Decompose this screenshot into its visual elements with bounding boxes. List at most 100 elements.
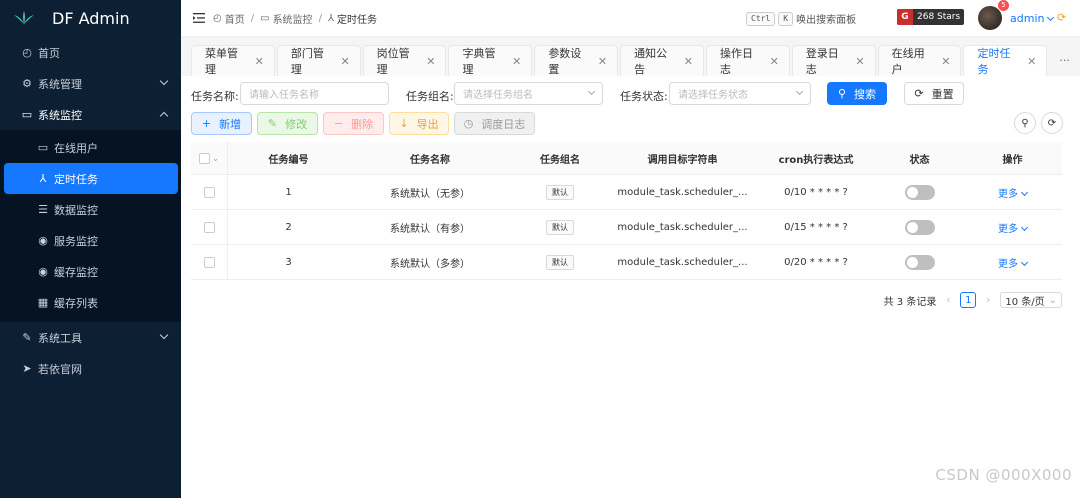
tab-menu-management[interactable]: 菜单管理 ✕: [191, 45, 275, 76]
page-size-select[interactable]: 10 条/页 ⌄: [1000, 292, 1062, 308]
select-all-checkbox[interactable]: ⌄: [191, 142, 228, 174]
task-group-label: 任务组名:: [406, 90, 454, 103]
row-checkbox[interactable]: [191, 245, 228, 279]
sync-icon[interactable]: ⟳: [1057, 11, 1066, 24]
edit-button[interactable]: ✎ 修改: [257, 112, 318, 135]
search-button[interactable]: ⚲ 搜索: [827, 82, 887, 105]
close-icon[interactable]: ✕: [770, 55, 779, 68]
monitor-icon: ▭: [260, 12, 270, 24]
close-icon[interactable]: ✕: [255, 55, 264, 68]
github-stars-badge[interactable]: G 268 Stars: [897, 9, 965, 25]
sidebar-item-system-admin[interactable]: ⚙ 系统管理: [0, 68, 181, 99]
tab-params[interactable]: 参数设置 ✕: [534, 45, 619, 76]
brand[interactable]: DF Admin: [0, 0, 181, 36]
list-icon: ☰: [38, 203, 48, 216]
sidebar-item-label: 系统工具: [38, 331, 82, 345]
tab-post-management[interactable]: 岗位管理 ✕: [362, 45, 447, 76]
placeholder: 请选择任务组名: [463, 90, 533, 101]
tab-operation-log[interactable]: 操作日志 ✕: [705, 45, 790, 76]
task-name: 系统默认（有参）: [390, 223, 470, 235]
row-checkbox[interactable]: [191, 210, 228, 244]
avatar[interactable]: [978, 6, 1002, 30]
export-button[interactable]: ↓ 导出: [389, 112, 449, 135]
breadcrumb: ◴ 首页 / ▭ 系统监控 / ⅄ 定时任务: [213, 11, 378, 26]
sidebar-item-scheduled-tasks[interactable]: ⅄ 定时任务: [4, 163, 178, 194]
sidebar-item-official-site[interactable]: ➤ 若依官网: [0, 353, 181, 384]
status-switch[interactable]: [904, 219, 935, 235]
tab-dict-management[interactable]: 字典管理 ✕: [448, 45, 533, 76]
breadcrumb-item[interactable]: 系统监控: [273, 11, 313, 26]
close-icon[interactable]: ✕: [941, 55, 950, 68]
user-menu[interactable]: admin: [1010, 12, 1055, 25]
task-group-tag: 默认: [546, 254, 574, 270]
close-icon[interactable]: ✕: [426, 55, 435, 68]
tab-label: 定时任务: [977, 47, 1011, 76]
schedule-log-button[interactable]: ◷ 调度日志: [454, 112, 535, 135]
toolbar: + 新增 ✎ 修改 − 删除 ↓ 导出 ◷ 调度日志: [191, 112, 1080, 135]
column-header: 任务编号: [268, 154, 309, 166]
tab-dept-management[interactable]: 部门管理 ✕: [276, 45, 361, 76]
task-table: ⌄ 任务编号 任务名称 任务组名 调用目标字符串 cron执行表达式 状态 操作…: [191, 142, 1062, 280]
stars-count: 268 Stars: [917, 12, 961, 22]
refresh-icon[interactable]: ⟳: [1041, 112, 1063, 134]
sidebar-item-system-tools[interactable]: ✎ 系统工具: [0, 322, 181, 353]
main-content: 任务名称: 请输入任务名称 任务组名: 请选择任务组名 任务状态: 请选择任务状…: [181, 76, 1080, 498]
close-icon[interactable]: ✕: [340, 55, 349, 68]
prev-page-icon[interactable]: ‹: [946, 295, 950, 306]
sidebar-item-service-monitor[interactable]: ◉ 服务监控: [0, 225, 181, 256]
sidebar-item-home[interactable]: ◴ 首页: [0, 37, 181, 68]
row-checkbox[interactable]: [191, 175, 228, 209]
column-header: 调用目标字符串: [647, 154, 718, 166]
sidebar-item-data-monitor[interactable]: ☰ 数据监控: [0, 194, 181, 225]
search-toggle-icon[interactable]: ⚲: [1014, 112, 1036, 134]
chevron-down-icon: [587, 87, 596, 96]
close-icon[interactable]: ✕: [1027, 55, 1036, 68]
page-number[interactable]: 1: [960, 292, 977, 308]
tab-login-log[interactable]: 登录日志 ✕: [791, 45, 876, 76]
next-page-icon[interactable]: ›: [986, 295, 990, 306]
close-icon[interactable]: ✕: [598, 55, 607, 68]
column-header: 状态: [909, 154, 930, 166]
breadcrumb-item[interactable]: 首页: [225, 11, 245, 26]
sidebar-item-label: 系统管理: [38, 77, 82, 91]
chevron-down-icon: [1020, 188, 1029, 196]
more-actions-button[interactable]: 更多: [998, 188, 1029, 200]
sidebar-item-label: 缓存列表: [54, 296, 98, 310]
tab-notices[interactable]: 通知公告 ✕: [620, 45, 704, 76]
cron-expression: 0/10 * * * * ?: [784, 186, 848, 198]
sidebar-item-label: 缓存监控: [54, 265, 98, 279]
sidebar-item-cache-list[interactable]: ▦ 缓存列表: [0, 287, 181, 318]
close-icon[interactable]: ✕: [512, 55, 521, 68]
sidebar-item-label: 若依官网: [38, 362, 82, 376]
reset-button[interactable]: ⟳ 重置: [904, 82, 964, 105]
task-group-select[interactable]: 请选择任务组名: [454, 82, 603, 105]
sidebar-item-online-users[interactable]: ▭ 在线用户: [0, 132, 181, 163]
close-icon[interactable]: ✕: [684, 55, 693, 68]
more-tabs-icon[interactable]: ···: [1049, 45, 1080, 76]
sidebar-item-system-monitor[interactable]: ▭ 系统监控: [0, 99, 181, 130]
column-header: 任务组名: [540, 154, 580, 166]
sidebar-item-label: 数据监控: [54, 203, 98, 217]
task-name-input[interactable]: 请输入任务名称: [240, 82, 389, 105]
cluster-icon: ⅄: [327, 12, 335, 24]
task-status-select[interactable]: 请选择任务状态: [669, 82, 811, 105]
tab-label: 操作日志: [719, 47, 753, 76]
tool-icon: ✎: [22, 331, 32, 344]
table-row: 1 系统默认（无参） 默认 module_task.scheduler_... …: [191, 175, 1062, 210]
more-actions-button[interactable]: 更多: [998, 258, 1029, 270]
status-switch[interactable]: [904, 184, 935, 200]
sidebar: DF Admin ◴ 首页 ⚙ 系统管理 ▭ 系统监控 ▭ 在线用户 ⅄ 定时任…: [0, 0, 181, 498]
delete-button[interactable]: − 删除: [323, 112, 384, 135]
add-button[interactable]: + 新增: [191, 112, 252, 135]
search-icon: ⚲: [837, 87, 847, 100]
sidebar-item-cache-monitor[interactable]: ◉ 缓存监控: [0, 256, 181, 287]
tab-online-users[interactable]: 在线用户 ✕: [877, 45, 962, 76]
search-shortcut[interactable]: Ctrl K 唤出搜索面板: [746, 11, 856, 26]
minus-icon: −: [333, 117, 344, 130]
more-actions-button[interactable]: 更多: [998, 223, 1029, 235]
tab-scheduled-tasks[interactable]: 定时任务 ✕: [963, 45, 1048, 76]
close-icon[interactable]: ✕: [855, 55, 864, 68]
menu-fold-icon[interactable]: [193, 13, 205, 23]
eye-icon: ◉: [38, 265, 48, 278]
status-switch[interactable]: [904, 254, 935, 270]
